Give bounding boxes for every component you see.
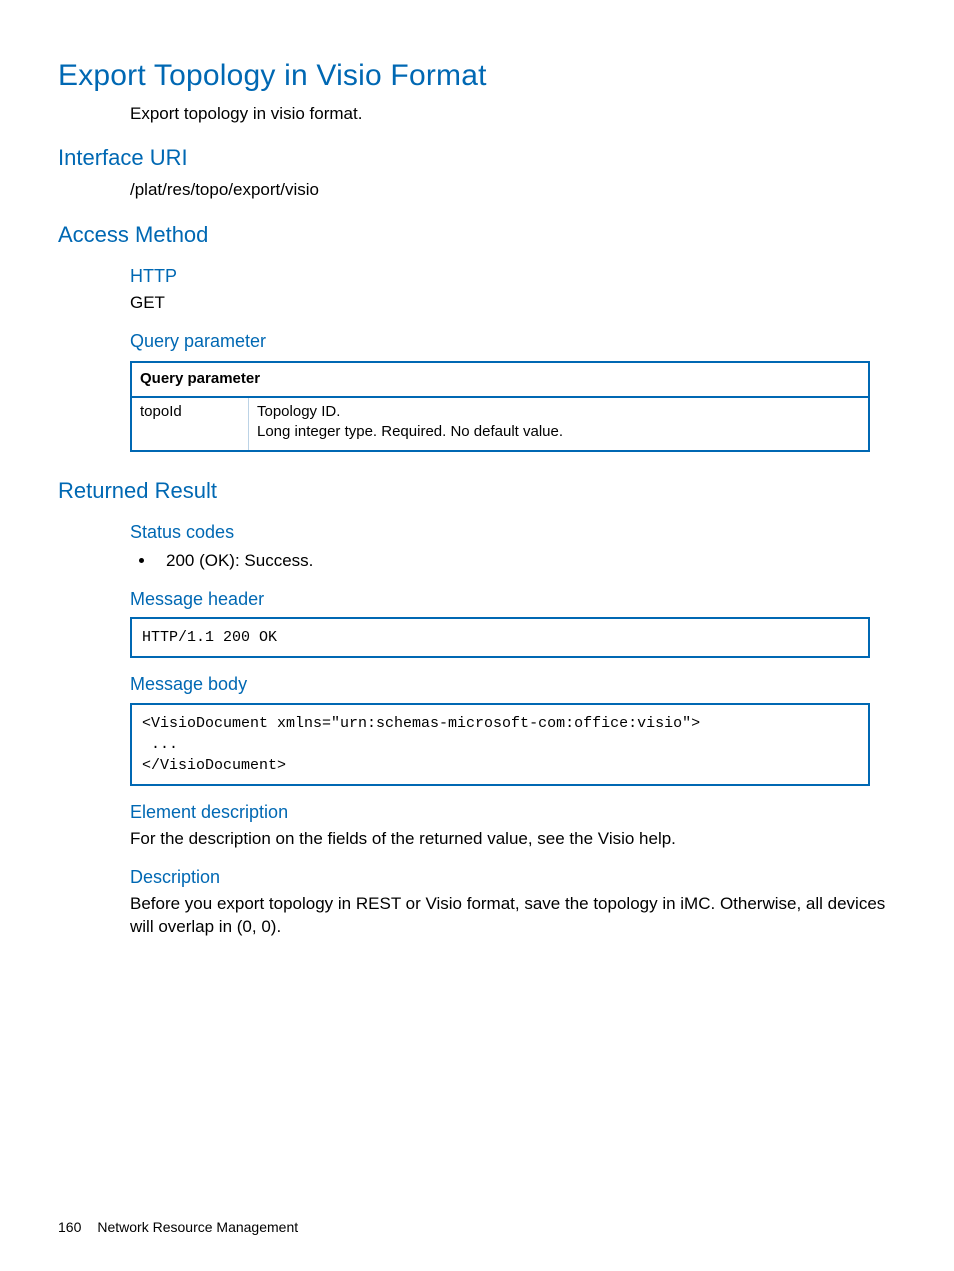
element-description-heading: Element description [130, 800, 896, 824]
interface-uri-heading: Interface URI [58, 143, 896, 173]
param-description: Topology ID. Long integer type. Required… [249, 397, 870, 452]
status-codes-list: 200 (OK): Success. [130, 550, 896, 573]
document-page: Export Topology in Visio Format Export t… [0, 0, 954, 1271]
page-title: Export Topology in Visio Format [58, 56, 896, 97]
message-header-code: HTTP/1.1 200 OK [130, 617, 870, 658]
element-description-text: For the description on the fields of the… [130, 828, 896, 851]
status-codes-heading: Status codes [130, 520, 896, 544]
param-desc-line2: Long integer type. Required. No default … [257, 423, 563, 440]
message-body-code: <VisioDocument xmlns="urn:schemas-micros… [130, 703, 870, 786]
page-number: 160 [58, 1219, 81, 1235]
intro-text: Export topology in visio format. [130, 103, 896, 126]
table-row: topoId Topology ID. Long integer type. R… [131, 397, 869, 452]
description-text: Before you export topology in REST or Vi… [130, 893, 896, 939]
table-header: Query parameter [131, 362, 869, 396]
interface-uri-value: /plat/res/topo/export/visio [130, 179, 896, 202]
param-name: topoId [131, 397, 249, 452]
param-desc-line1: Topology ID. [257, 403, 340, 420]
footer-section: Network Resource Management [97, 1219, 298, 1235]
page-footer: 160 Network Resource Management [58, 1218, 298, 1237]
message-body-heading: Message body [130, 672, 896, 696]
query-parameter-heading: Query parameter [130, 329, 896, 353]
returned-result-heading: Returned Result [58, 476, 896, 506]
access-method-heading: Access Method [58, 220, 896, 250]
description-heading: Description [130, 865, 896, 889]
status-code-item: 200 (OK): Success. [156, 550, 896, 573]
message-header-heading: Message header [130, 587, 896, 611]
http-value: GET [130, 292, 896, 315]
http-heading: HTTP [130, 264, 896, 288]
query-parameter-table: Query parameter topoId Topology ID. Long… [130, 361, 870, 452]
